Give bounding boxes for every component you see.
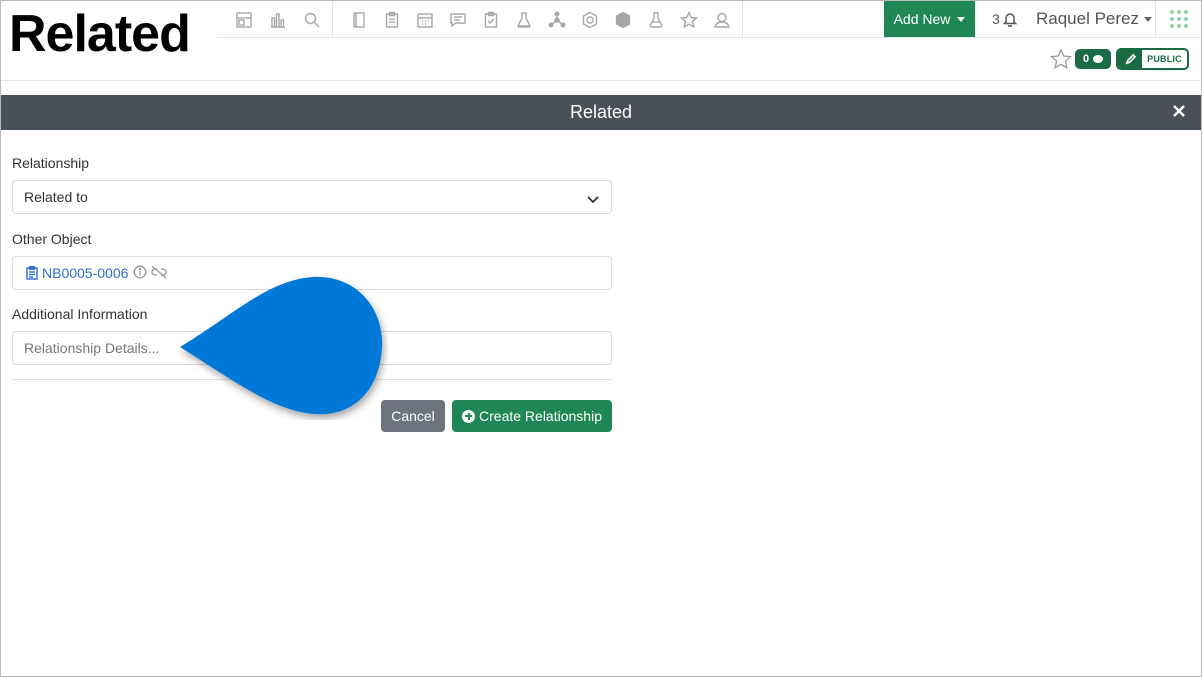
- comments-badge[interactable]: 0: [1075, 49, 1111, 69]
- info-icon[interactable]: [133, 265, 147, 282]
- dashboard-icon[interactable]: [234, 10, 254, 30]
- relationship-details-placeholder: Relationship Details...: [24, 340, 160, 356]
- top-toolbar: Add New 3 Raquel Perez: [217, 1, 1201, 38]
- add-new-button[interactable]: Add New: [884, 1, 975, 37]
- callout-pointer-shape: [180, 276, 383, 415]
- unlink-icon[interactable]: [150, 265, 168, 282]
- caret-down-icon: [1144, 16, 1153, 22]
- shield-icon[interactable]: [613, 10, 633, 30]
- calendar-icon[interactable]: [415, 10, 435, 30]
- notifications-button[interactable]: 3: [992, 1, 1018, 37]
- search-icon[interactable]: [302, 10, 322, 30]
- grid-dots-icon: [1169, 10, 1188, 28]
- other-object-value: NB0005-0006: [42, 265, 129, 281]
- plus-circle-icon: [462, 409, 476, 423]
- user-icon[interactable]: [712, 10, 732, 30]
- network-icon[interactable]: [547, 10, 567, 30]
- cancel-label: Cancel: [391, 408, 435, 424]
- visibility-label: PUBLIC: [1147, 54, 1182, 64]
- other-object-label: Other Object: [12, 231, 92, 247]
- toolbar-group-primary: [217, 1, 333, 38]
- caret-down-icon: [957, 16, 966, 22]
- relationship-label: Relationship: [12, 155, 90, 171]
- create-relationship-label: Create Relationship: [479, 408, 602, 424]
- star-icon[interactable]: [679, 10, 699, 30]
- bell-icon: [1002, 13, 1018, 27]
- bar-chart-icon[interactable]: [268, 10, 288, 30]
- user-menu[interactable]: Raquel Perez: [1036, 1, 1153, 37]
- relationship-select[interactable]: Related to: [12, 180, 612, 214]
- chevron-down-icon: [587, 192, 599, 204]
- checklist-icon[interactable]: [481, 10, 501, 30]
- relationship-value: Related to: [24, 189, 88, 205]
- pencil-icon: [1118, 50, 1142, 68]
- user-name: Raquel Perez: [1036, 9, 1140, 28]
- notification-count: 3: [992, 11, 1000, 27]
- chat-icon[interactable]: [448, 10, 468, 30]
- visibility-badge[interactable]: PUBLIC: [1116, 48, 1189, 70]
- comment-bubble-icon: [1093, 55, 1104, 63]
- cancel-button[interactable]: Cancel: [381, 400, 445, 432]
- additional-info-label: Additional Information: [12, 306, 148, 322]
- clipboard-icon: [26, 266, 38, 280]
- toolbar-group-modules: [333, 1, 743, 38]
- modal-title: Related: [569, 102, 633, 122]
- close-icon[interactable]: [1171, 103, 1187, 119]
- hexagon-icon[interactable]: [580, 10, 600, 30]
- lab-icon[interactable]: [514, 10, 534, 30]
- add-new-label: Add New: [893, 11, 951, 27]
- record-action-bar: 0 PUBLIC: [1, 38, 1201, 81]
- create-relationship-button[interactable]: Create Relationship: [452, 400, 612, 432]
- favorite-star-icon[interactable]: [1049, 48, 1073, 70]
- notebook-icon[interactable]: [349, 10, 369, 30]
- flask-icon[interactable]: [646, 10, 666, 30]
- other-object-link[interactable]: NB0005-0006: [26, 265, 128, 281]
- app-launcher-button[interactable]: [1155, 1, 1201, 37]
- clipboard-icon[interactable]: [382, 10, 402, 30]
- comment-count: 0: [1082, 53, 1090, 65]
- modal-header: Related: [1, 95, 1201, 130]
